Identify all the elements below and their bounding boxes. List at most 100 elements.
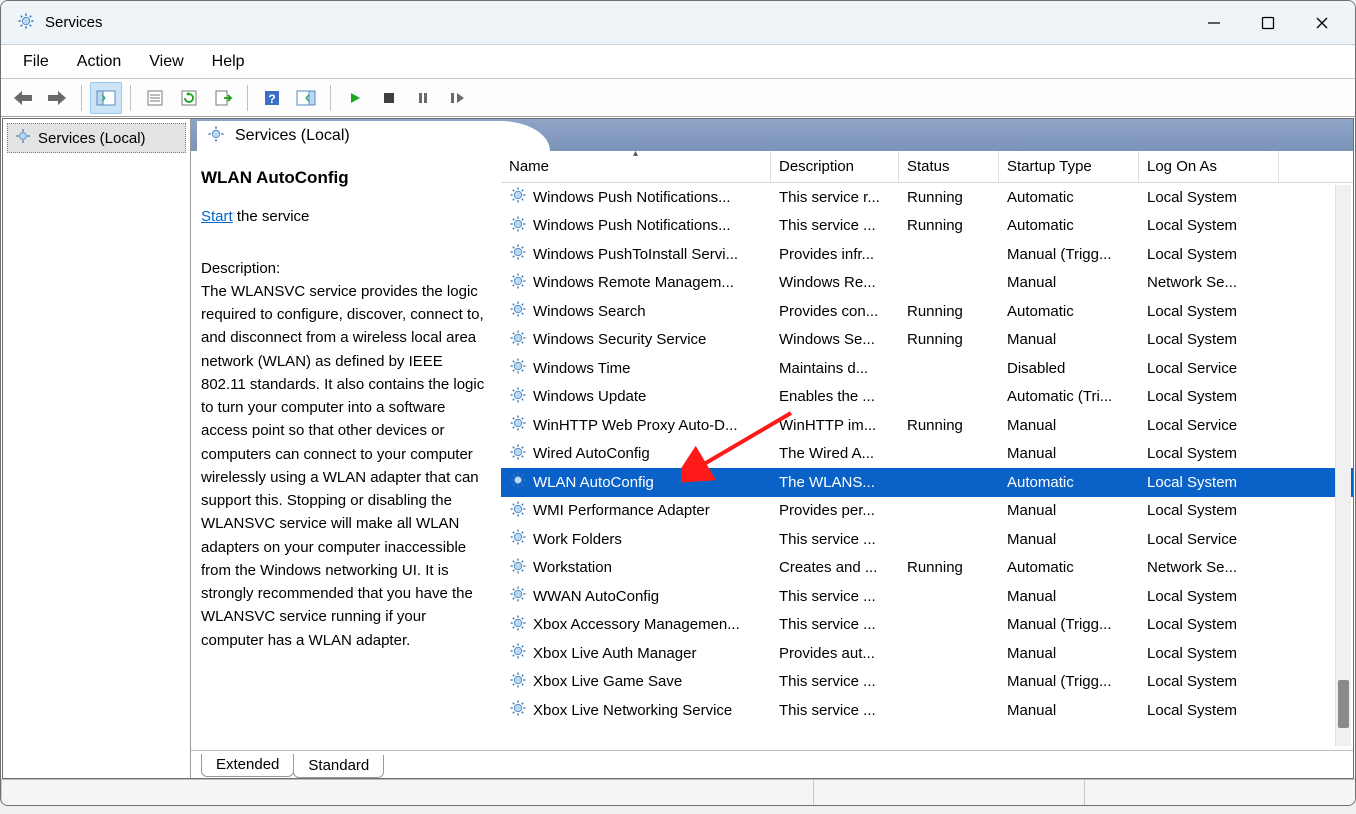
cell-name: WLAN AutoConfig: [533, 474, 654, 491]
cell-startup: Manual: [999, 702, 1139, 719]
cell-startup: Manual: [999, 445, 1139, 462]
cell-description: This service ...: [771, 673, 899, 690]
cell-logon: Local System: [1139, 702, 1279, 719]
gear-icon: [509, 471, 527, 493]
tab-standard[interactable]: Standard: [293, 755, 384, 778]
cell-startup: Manual: [999, 502, 1139, 519]
back-button[interactable]: [7, 82, 39, 114]
tree-root-label: Services (Local): [38, 130, 146, 147]
cell-description: Maintains d...: [771, 360, 899, 377]
start-service-button[interactable]: [339, 82, 371, 114]
table-row[interactable]: Windows TimeMaintains d...DisabledLocal …: [501, 354, 1353, 383]
table-row[interactable]: Windows Security ServiceWindows Se...Run…: [501, 326, 1353, 355]
start-service-link[interactable]: Start: [201, 208, 233, 225]
cell-name: WinHTTP Web Proxy Auto-D...: [533, 417, 738, 434]
table-row[interactable]: Windows Remote Managem...Windows Re...Ma…: [501, 269, 1353, 298]
cell-logon: Local System: [1139, 588, 1279, 605]
gear-icon: [509, 186, 527, 208]
cell-logon: Local System: [1139, 331, 1279, 348]
restart-service-button[interactable]: [441, 82, 473, 114]
gear-icon: [509, 243, 527, 265]
gear-icon: [509, 528, 527, 550]
cell-logon: Local System: [1139, 673, 1279, 690]
col-header-logon[interactable]: Log On As: [1139, 151, 1279, 182]
table-row[interactable]: WWAN AutoConfigThis service ...ManualLoc…: [501, 582, 1353, 611]
detail-service-name: WLAN AutoConfig: [201, 165, 491, 191]
gear-icon: [509, 443, 527, 465]
cell-description: This service ...: [771, 531, 899, 548]
menu-view[interactable]: View: [135, 49, 197, 75]
pause-service-button[interactable]: [407, 82, 439, 114]
col-header-startup[interactable]: Startup Type: [999, 151, 1139, 182]
table-row[interactable]: Windows Push Notifications...This servic…: [501, 183, 1353, 212]
table-row[interactable]: Work FoldersThis service ...ManualLocal …: [501, 525, 1353, 554]
titlebar: Services: [1, 1, 1355, 45]
cell-logon: Local System: [1139, 217, 1279, 234]
cell-logon: Local Service: [1139, 531, 1279, 548]
menu-file[interactable]: File: [9, 49, 63, 75]
table-row[interactable]: WLAN AutoConfigThe WLANS...AutomaticLoca…: [501, 468, 1353, 497]
table-row[interactable]: Windows PushToInstall Servi...Provides i…: [501, 240, 1353, 269]
gear-icon: [509, 272, 527, 294]
cell-startup: Automatic: [999, 474, 1139, 491]
cell-logon: Local Service: [1139, 417, 1279, 434]
services-window: Services File Action View Help: [0, 0, 1356, 806]
services-table: Name▴ Description Status Startup Type Lo…: [501, 151, 1353, 750]
cell-name: Xbox Live Auth Manager: [533, 645, 696, 662]
close-button[interactable]: [1295, 4, 1349, 42]
tree-root-services-local[interactable]: Services (Local): [7, 123, 186, 153]
col-header-status[interactable]: Status: [899, 151, 999, 182]
gear-icon: [509, 585, 527, 607]
forward-button[interactable]: [41, 82, 73, 114]
table-row[interactable]: Xbox Live Game SaveThis service ...Manua…: [501, 668, 1353, 697]
services-app-icon: [17, 12, 35, 33]
table-row[interactable]: Windows Push Notifications...This servic…: [501, 212, 1353, 241]
table-row[interactable]: WorkstationCreates and ...RunningAutomat…: [501, 554, 1353, 583]
scroll-thumb[interactable]: [1338, 680, 1349, 728]
menu-action[interactable]: Action: [63, 49, 135, 75]
vertical-scrollbar[interactable]: [1335, 185, 1351, 746]
cell-name: Windows Security Service: [533, 331, 706, 348]
cell-startup: Disabled: [999, 360, 1139, 377]
gear-icon: [509, 357, 527, 379]
table-row[interactable]: WMI Performance AdapterProvides per...Ma…: [501, 497, 1353, 526]
refresh-button[interactable]: [173, 82, 205, 114]
table-row[interactable]: Windows UpdateEnables the ...Automatic (…: [501, 383, 1353, 412]
help-button[interactable]: ?: [256, 82, 288, 114]
cell-name: Xbox Live Game Save: [533, 673, 682, 690]
bottom-tabs: Extended Standard: [191, 750, 1353, 778]
content-area: Services (Local) Services (Local) WLAN A…: [2, 118, 1354, 779]
cell-logon: Local System: [1139, 474, 1279, 491]
gear-icon: [509, 414, 527, 436]
stop-service-button[interactable]: [373, 82, 405, 114]
minimize-button[interactable]: [1187, 4, 1241, 42]
table-row[interactable]: Windows SearchProvides con...RunningAuto…: [501, 297, 1353, 326]
cell-description: Provides aut...: [771, 645, 899, 662]
properties-button[interactable]: [139, 82, 171, 114]
cell-logon: Network Se...: [1139, 559, 1279, 576]
gear-icon: [509, 671, 527, 693]
cell-logon: Local Service: [1139, 360, 1279, 377]
table-body: Windows Push Notifications...This servic…: [501, 183, 1353, 750]
cell-name: WMI Performance Adapter: [533, 502, 710, 519]
cell-description: This service ...: [771, 217, 899, 234]
cell-logon: Local System: [1139, 502, 1279, 519]
export-button[interactable]: [207, 82, 239, 114]
cell-status: Running: [899, 559, 999, 576]
col-header-description[interactable]: Description: [771, 151, 899, 182]
cell-description: Creates and ...: [771, 559, 899, 576]
show-hide-tree-button[interactable]: [90, 82, 122, 114]
show-hide-action-pane-button[interactable]: [290, 82, 322, 114]
menu-help[interactable]: Help: [198, 49, 259, 75]
tab-extended[interactable]: Extended: [201, 754, 294, 777]
view-tab-services-local[interactable]: Services (Local): [197, 121, 550, 151]
maximize-button[interactable]: [1241, 4, 1295, 42]
table-row[interactable]: WinHTTP Web Proxy Auto-D...WinHTTP im...…: [501, 411, 1353, 440]
table-row[interactable]: Xbox Live Networking ServiceThis service…: [501, 696, 1353, 725]
col-header-name[interactable]: Name▴: [501, 151, 771, 182]
table-row[interactable]: Wired AutoConfigThe Wired A...ManualLoca…: [501, 440, 1353, 469]
cell-logon: Local System: [1139, 645, 1279, 662]
cell-logon: Local System: [1139, 388, 1279, 405]
table-row[interactable]: Xbox Live Auth ManagerProvides aut...Man…: [501, 639, 1353, 668]
table-row[interactable]: Xbox Accessory Managemen...This service …: [501, 611, 1353, 640]
